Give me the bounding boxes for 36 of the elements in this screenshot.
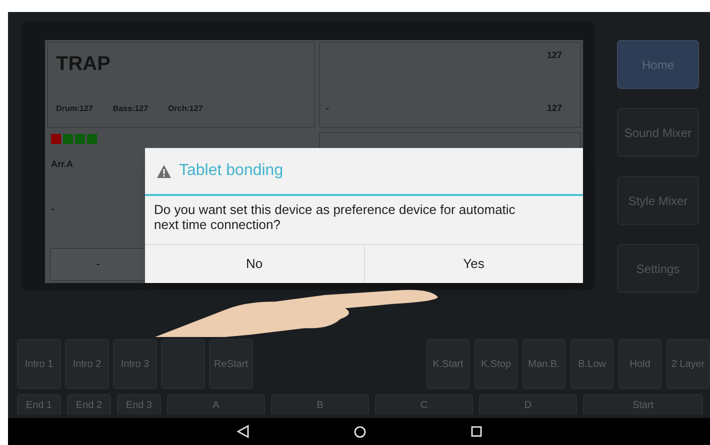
dialog-button[interactable]: Yes	[364, 245, 583, 283]
display-button[interactable]: -	[50, 248, 146, 281]
part-volume: Orch:127	[168, 103, 203, 115]
pad-button[interactable]: End 2	[67, 394, 111, 415]
pad-button[interactable]: ReStart	[209, 339, 253, 389]
pad-button[interactable]: Start	[583, 394, 703, 415]
part-volume: Bass:127	[112, 103, 148, 115]
pad-button[interactable]: 2 Layer	[666, 339, 710, 389]
value-text: -	[326, 102, 329, 114]
pad-button[interactable]: End 3	[117, 394, 161, 415]
pad-button[interactable]: Intro 1	[17, 339, 61, 389]
part-volume: Drum:127	[56, 103, 93, 115]
pad-button[interactable]: Hold	[618, 339, 662, 389]
value-text: 127	[546, 49, 562, 62]
arrangement-label: Arr.A	[51, 158, 74, 171]
pad-button[interactable]: K.Stop	[474, 339, 518, 389]
pad-button[interactable]: B.Low	[570, 339, 614, 389]
value-text: -	[51, 202, 54, 216]
warning-icon	[157, 164, 171, 178]
value-text: 127	[546, 102, 562, 114]
pad-button[interactable]: Intro 3	[113, 339, 157, 389]
dialog-message: Do you want set this device as preference device for automatic next time connection?	[153, 201, 516, 234]
style-name: TRAP	[56, 52, 112, 77]
pad-button[interactable]: End 1	[17, 394, 61, 415]
pad-button[interactable]: Man.B.	[522, 339, 566, 389]
pad-button[interactable]: K.Start	[426, 339, 470, 389]
pad-button[interactable]: Intro 2	[65, 339, 109, 389]
dialog-title: Tablet bonding	[179, 161, 284, 181]
pad-button[interactable]: C	[375, 394, 473, 415]
pad-button[interactable]: D	[479, 394, 577, 415]
home-icon[interactable]	[354, 426, 366, 438]
dialog-button[interactable]: No	[145, 245, 364, 283]
back-icon[interactable]	[236, 425, 248, 438]
pad-button[interactable]: B	[271, 394, 369, 415]
recent-apps-icon[interactable]	[470, 426, 482, 437]
pad-button[interactable]: A	[167, 394, 265, 415]
